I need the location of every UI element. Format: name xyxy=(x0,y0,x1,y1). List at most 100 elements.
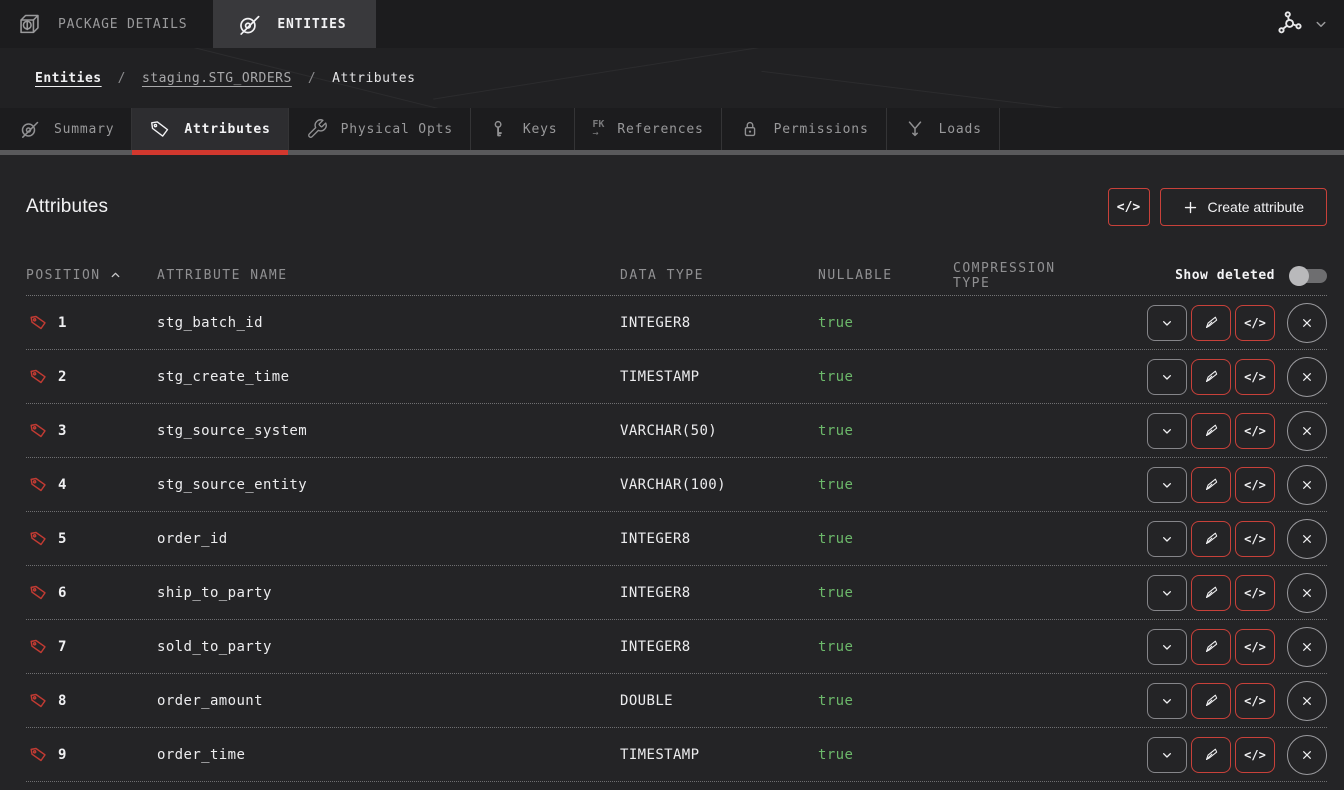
edit-attribute-button[interactable] xyxy=(1191,629,1231,665)
breadcrumb-entity-link[interactable]: staging.STG_ORDERS xyxy=(142,71,292,86)
edit-attribute-button[interactable] xyxy=(1191,575,1231,611)
row-code-button[interactable]: </> xyxy=(1235,629,1275,665)
close-icon xyxy=(1299,531,1315,547)
expand-row-button[interactable] xyxy=(1147,737,1187,773)
expand-row-button[interactable] xyxy=(1147,521,1187,557)
column-header-position[interactable]: POSITION xyxy=(26,268,157,283)
table-row: 3 stg_source_system VARCHAR(50) true xyxy=(26,404,1327,458)
position-value: 1 xyxy=(58,315,67,331)
quill-edit-icon xyxy=(1203,314,1220,331)
tab-permissions[interactable]: Permissions xyxy=(722,108,887,150)
tab-references[interactable]: FK → References xyxy=(575,108,721,150)
chevron-down-icon xyxy=(1159,693,1175,709)
topbar-tab-package-details[interactable]: PACKAGE DETAILS xyxy=(0,0,213,48)
breadcrumb-separator: / xyxy=(118,71,126,86)
position-value: 9 xyxy=(58,747,67,763)
expand-row-button[interactable] xyxy=(1147,683,1187,719)
plus-icon xyxy=(1183,200,1198,215)
table-row: 9 order_time TIMESTAMP true xyxy=(26,728,1327,782)
row-code-button[interactable]: </> xyxy=(1235,467,1275,503)
chevron-down-icon xyxy=(1159,747,1175,763)
edit-attribute-button[interactable] xyxy=(1191,737,1231,773)
row-code-button[interactable]: </> xyxy=(1235,521,1275,557)
chevron-down-icon xyxy=(1159,369,1175,385)
page-title: Attributes xyxy=(26,196,108,218)
column-header-attribute-name[interactable]: ATTRIBUTE NAME xyxy=(157,268,620,283)
table-row: 2 stg_create_time TIMESTAMP true xyxy=(26,350,1327,404)
delete-attribute-button[interactable] xyxy=(1287,519,1327,559)
edit-attribute-button[interactable] xyxy=(1191,683,1231,719)
tag-icon xyxy=(29,691,48,710)
fk-icon: FK → xyxy=(592,120,604,139)
expand-row-button[interactable] xyxy=(1147,467,1187,503)
attribute-name-value: stg_source_system xyxy=(157,423,620,439)
edit-attribute-button[interactable] xyxy=(1191,305,1231,341)
network-icon[interactable] xyxy=(1274,9,1304,39)
table-row: 1 stg_batch_id INTEGER8 true xyxy=(26,296,1327,350)
edit-attribute-button[interactable] xyxy=(1191,413,1231,449)
column-header-nullable[interactable]: NULLABLE xyxy=(818,268,953,283)
close-icon xyxy=(1299,477,1315,493)
quill-edit-icon xyxy=(1203,368,1220,385)
data-type-value: INTEGER8 xyxy=(620,639,818,655)
tab-label: References xyxy=(617,122,703,137)
show-deleted-toggle[interactable] xyxy=(1289,266,1327,286)
expand-row-button[interactable] xyxy=(1147,629,1187,665)
column-header-compression-type[interactable]: COMPRESSION TYPE xyxy=(953,261,1085,291)
delete-attribute-button[interactable] xyxy=(1287,573,1327,613)
delete-attribute-button[interactable] xyxy=(1287,465,1327,505)
tag-icon xyxy=(29,367,48,386)
tab-loads[interactable]: Loads xyxy=(887,108,1000,150)
data-type-value: INTEGER8 xyxy=(620,585,818,601)
edit-attribute-button[interactable] xyxy=(1191,467,1231,503)
tab-label: Attributes xyxy=(184,122,270,137)
close-icon xyxy=(1299,693,1315,709)
tab-keys[interactable]: Keys xyxy=(471,108,576,150)
delete-attribute-button[interactable] xyxy=(1287,627,1327,667)
position-value: 8 xyxy=(58,693,67,709)
nullable-value: true xyxy=(818,477,953,493)
expand-row-button[interactable] xyxy=(1147,575,1187,611)
edit-attribute-button[interactable] xyxy=(1191,521,1231,557)
delete-attribute-button[interactable] xyxy=(1287,681,1327,721)
expand-row-button[interactable] xyxy=(1147,359,1187,395)
delete-attribute-button[interactable] xyxy=(1287,411,1327,451)
column-header-data-type[interactable]: DATA TYPE xyxy=(620,268,818,283)
chevron-down-icon xyxy=(1159,315,1175,331)
attributes-panel: Attributes </> Create attribute POSITION xyxy=(0,185,1344,782)
tab-physical-opts[interactable]: Physical Opts xyxy=(289,108,471,150)
delete-attribute-button[interactable] xyxy=(1287,303,1327,343)
edit-attribute-button[interactable] xyxy=(1191,359,1231,395)
create-attribute-button[interactable]: Create attribute xyxy=(1160,188,1328,226)
tab-attributes[interactable]: Attributes xyxy=(132,108,288,150)
delete-attribute-button[interactable] xyxy=(1287,735,1327,775)
table-row: 5 order_id INTEGER8 true xyxy=(26,512,1327,566)
nullable-value: true xyxy=(818,747,953,763)
chevron-down-icon[interactable] xyxy=(1312,15,1330,33)
close-icon xyxy=(1299,639,1315,655)
breadcrumb-entities-link[interactable]: Entities xyxy=(35,71,102,86)
merge-down-icon xyxy=(904,118,926,140)
row-code-button[interactable]: </> xyxy=(1235,683,1275,719)
expand-row-button[interactable] xyxy=(1147,413,1187,449)
position-value: 5 xyxy=(58,531,67,547)
tag-icon xyxy=(29,421,48,440)
lock-icon xyxy=(739,118,761,140)
tab-summary[interactable]: Summary xyxy=(0,108,132,150)
nullable-value: true xyxy=(818,531,953,547)
row-code-button[interactable]: </> xyxy=(1235,359,1275,395)
delete-attribute-button[interactable] xyxy=(1287,357,1327,397)
row-code-button[interactable]: </> xyxy=(1235,305,1275,341)
position-value: 4 xyxy=(58,477,67,493)
row-code-button[interactable]: </> xyxy=(1235,575,1275,611)
view-code-button[interactable]: </> xyxy=(1108,188,1150,226)
row-code-button[interactable]: </> xyxy=(1235,737,1275,773)
nullable-value: true xyxy=(818,315,953,331)
table-row: 6 ship_to_party INTEGER8 true xyxy=(26,566,1327,620)
row-code-button[interactable]: </> xyxy=(1235,413,1275,449)
expand-row-button[interactable] xyxy=(1147,305,1187,341)
breadcrumb-separator: / xyxy=(308,71,316,86)
topbar-tab-entities[interactable]: ENTITIES xyxy=(213,0,376,48)
close-icon xyxy=(1299,369,1315,385)
close-icon xyxy=(1299,315,1315,331)
